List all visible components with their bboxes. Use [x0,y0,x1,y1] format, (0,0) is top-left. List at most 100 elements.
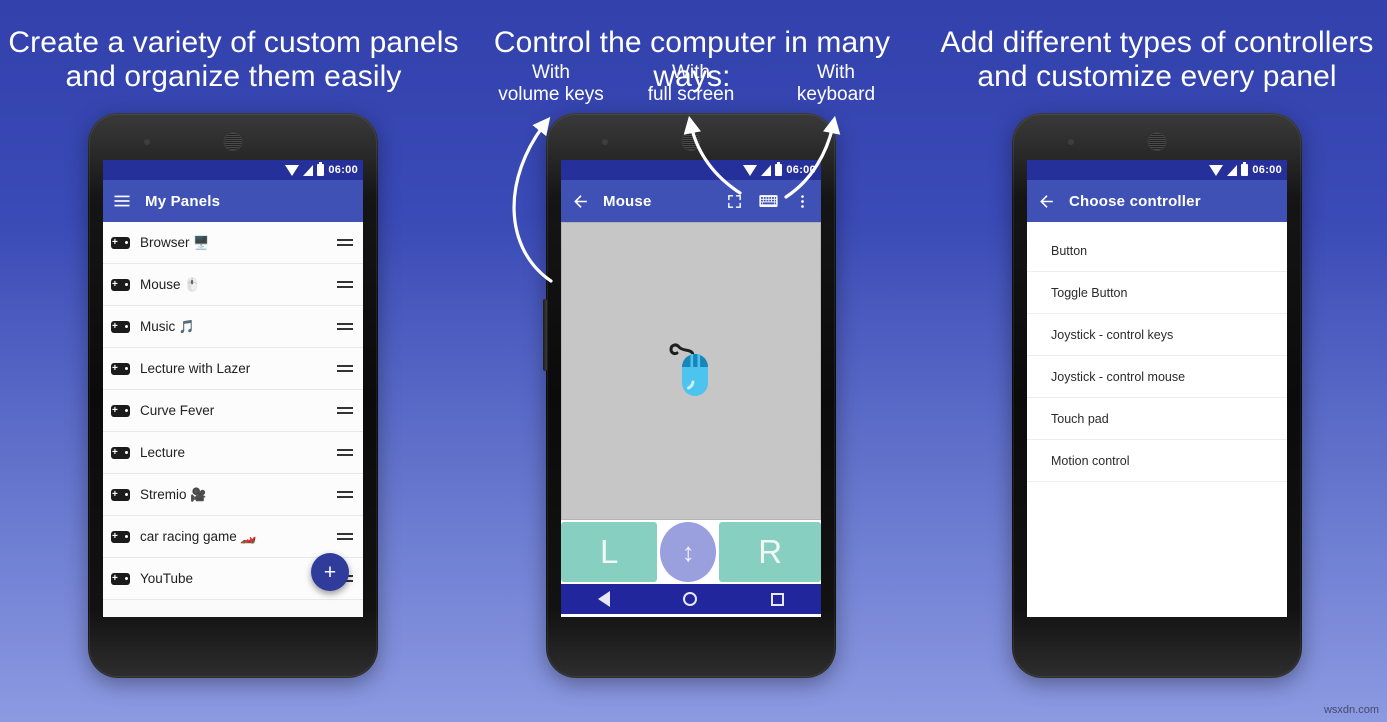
wifi-icon [743,164,758,176]
earpiece-speaker-icon [223,132,243,151]
headline-right: Add different types of controllers and c… [940,26,1374,93]
status-bar: 06:00 [103,160,363,180]
gamepad-icon [111,488,130,501]
controller-option[interactable]: Motion control [1027,440,1287,482]
phone-mockup-mouse: 06:00 Mouse L ↕ R [543,113,836,678]
nav-home-icon[interactable] [683,592,698,606]
sublabel-keyboard: With keyboard [796,62,876,106]
watermark: wsxdn.com [1323,704,1379,716]
battery-icon [317,162,325,176]
overflow-menu-icon[interactable] [791,190,813,212]
front-camera-icon [602,139,608,145]
app-bar-mouse: Mouse [561,180,821,222]
headline-left: Create a variety of custom panels and or… [8,26,459,93]
panel-list[interactable]: Browser 🖥️ Mouse 🖱️ Music 🎵 Lecture with La… [103,222,363,617]
back-arrow-icon[interactable] [569,190,591,212]
mouse-left-button[interactable]: L [561,522,658,582]
phone-mockup-controllers: 06:00 Choose controller Button Toggle But… [1012,113,1302,678]
sublabel-volume-keys: With volume keys [498,62,604,106]
phone-top-bezel [546,113,836,160]
gamepad-icon [111,404,130,417]
app-bar-choose-controller: Choose controller [1027,180,1287,222]
controller-option[interactable]: Button [1027,230,1287,272]
drag-handle-icon[interactable] [337,281,353,288]
mouse-button-row: L ↕ R [561,520,821,584]
panel-list-item-label: Stremio 🎥 [140,486,207,502]
mouse-icon [669,343,708,396]
back-arrow-icon[interactable] [1035,190,1057,212]
drag-handle-icon[interactable] [337,407,353,414]
panel-list-item[interactable]: Lecture [103,432,363,474]
nav-back-icon[interactable] [597,591,610,607]
status-bar-clock: 06:00 [328,164,358,176]
mouse-scroll-button[interactable]: ↕ [660,522,717,582]
page-title: My Panels [145,192,221,210]
add-panel-fab[interactable]: + [311,553,349,591]
phone2-screen: 06:00 Mouse L ↕ R [561,160,821,617]
page-title: Mouse [603,192,652,210]
controller-option[interactable]: Joystick - control mouse [1027,356,1287,398]
gamepad-icon [111,446,130,459]
phone-mockup-panels: 06:00 My Panels Browser 🖥️ Mouse 🖱️ Music … [88,113,378,678]
signal-icon [1227,164,1238,176]
panel-list-item[interactable]: Music 🎵 [103,306,363,348]
panel-list-item-label: Browser 🖥️ [140,234,210,250]
panel-list-item-label: YouTube [140,571,194,586]
drag-handle-icon[interactable] [337,239,353,246]
gamepad-icon [111,236,130,249]
nav-recent-icon[interactable] [771,592,785,606]
signal-icon [303,164,314,176]
drag-handle-icon[interactable] [337,323,353,330]
panel-list-item[interactable]: Mouse 🖱️ [103,264,363,306]
phone1-screen: 06:00 My Panels Browser 🖥️ Mouse 🖱️ Music … [103,160,363,617]
status-bar-clock: 06:00 [786,164,816,176]
panel-list-item[interactable]: Stremio 🎥 [103,474,363,516]
mouse-right-button[interactable]: R [719,522,821,582]
gamepad-icon [111,320,130,333]
panel-list-item-label: Mouse 🖱️ [140,276,201,292]
status-bar-clock: 06:00 [1252,164,1282,176]
panel-list-item[interactable]: Lecture with Lazer [103,348,363,390]
app-bar-my-panels: My Panels [103,180,363,222]
sublabel-full-screen: With full screen [647,62,735,106]
fullscreen-icon[interactable] [723,190,745,212]
page-title: Choose controller [1069,192,1201,210]
panel-list-item[interactable]: car racing game 🏎️ [103,516,363,558]
wifi-icon [1209,164,1224,176]
panel-list-item-label: Curve Fever [140,403,215,418]
earpiece-speaker-icon [1147,132,1167,151]
panel-list-item-label: Lecture with Lazer [140,361,251,376]
panel-list-item-label: Lecture [140,445,186,460]
controller-option[interactable]: Joystick - control keys [1027,314,1287,356]
status-bar: 06:00 [1027,160,1287,180]
panel-list-item[interactable]: Curve Fever [103,390,363,432]
controller-option[interactable]: Touch pad [1027,398,1287,440]
signal-icon [761,164,772,176]
phone-top-bezel [1012,113,1302,160]
controller-option[interactable]: Toggle Button [1027,272,1287,314]
android-nav-bar [561,584,821,614]
drag-handle-icon[interactable] [337,365,353,372]
keyboard-icon[interactable] [757,190,779,212]
front-camera-icon [144,139,150,145]
battery-icon [775,162,783,176]
phone3-screen: 06:00 Choose controller Button Toggle But… [1027,160,1287,617]
panel-list-item-emoji: 🖥️ [189,234,210,250]
status-bar: 06:00 [561,160,821,180]
panel-list-item-label: car racing game 🏎️ [140,528,257,544]
hamburger-icon[interactable] [111,190,133,212]
earpiece-speaker-icon [681,132,701,151]
touchpad-area[interactable] [561,222,821,520]
gamepad-icon [111,530,130,543]
phone-top-bezel [88,113,378,160]
gamepad-icon [111,572,130,585]
drag-handle-icon[interactable] [337,491,353,498]
front-camera-icon [1068,139,1074,145]
gamepad-icon [111,362,130,375]
panel-list-item-emoji: 🎥 [186,486,207,502]
controller-option-list[interactable]: Button Toggle Button Joystick - control ke… [1027,222,1287,617]
drag-handle-icon[interactable] [337,533,353,540]
panel-list-item[interactable]: Browser 🖥️ [103,222,363,264]
drag-handle-icon[interactable] [337,449,353,456]
volume-key[interactable] [543,299,547,371]
